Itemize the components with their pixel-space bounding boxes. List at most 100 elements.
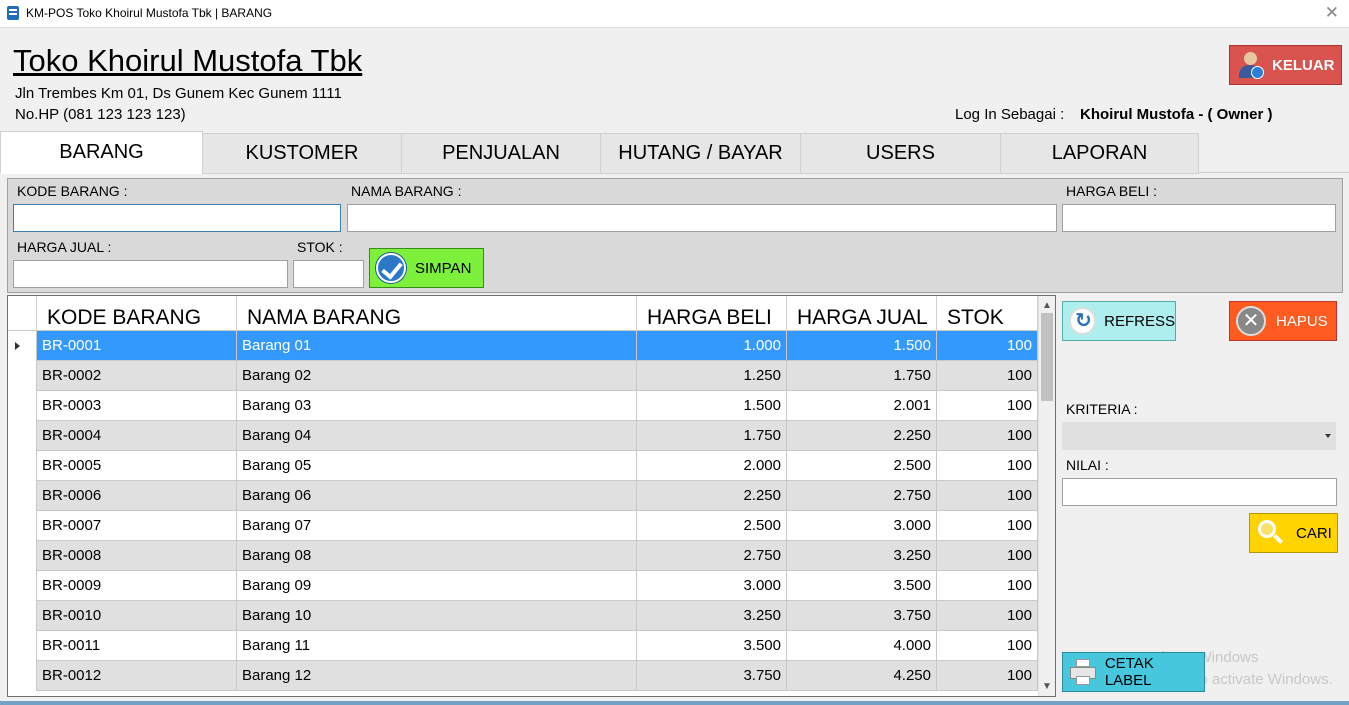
cell-kode[interactable]: BR-0004 — [37, 421, 237, 451]
cell-kode[interactable]: BR-0006 — [37, 481, 237, 511]
harga-beli-input[interactable] — [1062, 204, 1336, 232]
row-header[interactable] — [8, 481, 37, 511]
kriteria-select[interactable] — [1062, 422, 1336, 450]
cell-harga-beli[interactable]: 3.500 — [637, 631, 787, 661]
delete-button[interactable]: ✕ HAPUS — [1229, 301, 1337, 341]
column-stok[interactable]: STOK — [937, 296, 1038, 331]
harga-jual-input[interactable] — [13, 260, 288, 288]
cell-stok[interactable]: 100 — [937, 391, 1038, 421]
table-row[interactable]: BR-0011 Barang 11 3.500 4.000 100 — [8, 631, 1038, 661]
nama-barang-input[interactable] — [347, 204, 1057, 232]
kode-barang-input[interactable] — [13, 204, 341, 232]
cell-kode[interactable]: BR-0009 — [37, 571, 237, 601]
cell-harga-jual[interactable]: 1.500 — [787, 331, 937, 361]
cell-stok[interactable]: 100 — [937, 451, 1038, 481]
cell-stok[interactable]: 100 — [937, 661, 1038, 691]
cell-harga-beli[interactable]: 2.500 — [637, 511, 787, 541]
cell-nama[interactable]: Barang 11 — [237, 631, 637, 661]
search-button[interactable]: CARI — [1249, 513, 1338, 553]
tab-users[interactable]: USERS — [800, 133, 1001, 174]
tab-laporan[interactable]: LAPORAN — [1000, 133, 1199, 174]
cell-kode[interactable]: BR-0012 — [37, 661, 237, 691]
cell-nama[interactable]: Barang 09 — [237, 571, 637, 601]
row-header[interactable] — [8, 631, 37, 661]
cell-stok[interactable]: 100 — [937, 361, 1038, 391]
table-row[interactable]: BR-0002 Barang 02 1.250 1.750 100 — [8, 361, 1038, 391]
cell-kode[interactable]: BR-0011 — [37, 631, 237, 661]
cell-stok[interactable]: 100 — [937, 631, 1038, 661]
row-header[interactable] — [8, 421, 37, 451]
column-kode-barang[interactable]: KODE BARANG — [37, 296, 237, 331]
cell-harga-beli[interactable]: 3.750 — [637, 661, 787, 691]
table-row[interactable]: BR-0005 Barang 05 2.000 2.500 100 — [8, 451, 1038, 481]
close-icon[interactable]: ✕ — [1325, 3, 1339, 23]
table-row[interactable]: BR-0010 Barang 10 3.250 3.750 100 — [8, 601, 1038, 631]
cell-harga-jual[interactable]: 3.750 — [787, 601, 937, 631]
cell-harga-beli[interactable]: 1.250 — [637, 361, 787, 391]
column-nama-barang[interactable]: NAMA BARANG — [237, 296, 637, 331]
row-header[interactable] — [8, 541, 37, 571]
cell-harga-beli[interactable]: 3.000 — [637, 571, 787, 601]
table-row[interactable]: BR-0006 Barang 06 2.250 2.750 100 — [8, 481, 1038, 511]
scroll-thumb[interactable] — [1041, 313, 1053, 401]
column-harga-jual[interactable]: HARGA JUAL — [787, 296, 937, 331]
table-row[interactable]: BR-0001 Barang 01 1.000 1.500 100 — [8, 331, 1038, 361]
cell-nama[interactable]: Barang 02 — [237, 361, 637, 391]
save-button[interactable]: SIMPAN — [369, 248, 484, 288]
cell-harga-beli[interactable]: 2.000 — [637, 451, 787, 481]
cell-harga-beli[interactable]: 3.250 — [637, 601, 787, 631]
table-row[interactable]: BR-0012 Barang 12 3.750 4.250 100 — [8, 661, 1038, 691]
cell-harga-jual[interactable]: 4.250 — [787, 661, 937, 691]
cell-harga-jual[interactable]: 4.000 — [787, 631, 937, 661]
row-header[interactable] — [8, 601, 37, 631]
tab-penjualan[interactable]: PENJUALAN — [401, 133, 601, 174]
row-header[interactable] — [8, 451, 37, 481]
cell-kode[interactable]: BR-0008 — [37, 541, 237, 571]
table-row[interactable]: BR-0003 Barang 03 1.500 2.001 100 — [8, 391, 1038, 421]
stok-input[interactable] — [293, 260, 364, 288]
table-row[interactable]: BR-0004 Barang 04 1.750 2.250 100 — [8, 421, 1038, 451]
cell-nama[interactable]: Barang 10 — [237, 601, 637, 631]
row-header[interactable] — [8, 511, 37, 541]
cell-nama[interactable]: Barang 04 — [237, 421, 637, 451]
cell-kode[interactable]: BR-0005 — [37, 451, 237, 481]
cell-harga-jual[interactable]: 3.500 — [787, 571, 937, 601]
scroll-up-icon[interactable]: ▲ — [1042, 300, 1052, 311]
tab-hutang-bayar[interactable]: HUTANG / BAYAR — [600, 133, 801, 174]
cell-kode[interactable]: BR-0003 — [37, 391, 237, 421]
cell-stok[interactable]: 100 — [937, 601, 1038, 631]
cell-stok[interactable]: 100 — [937, 511, 1038, 541]
scroll-down-icon[interactable]: ▼ — [1042, 681, 1052, 692]
refresh-button[interactable]: REFRESS — [1062, 301, 1176, 341]
cell-nama[interactable]: Barang 07 — [237, 511, 637, 541]
table-row[interactable]: BR-0008 Barang 08 2.750 3.250 100 — [8, 541, 1038, 571]
cell-stok[interactable]: 100 — [937, 421, 1038, 451]
cell-kode[interactable]: BR-0007 — [37, 511, 237, 541]
cell-harga-jual[interactable]: 2.001 — [787, 391, 937, 421]
cell-harga-beli[interactable]: 2.750 — [637, 541, 787, 571]
column-harga-beli[interactable]: HARGA BELI — [637, 296, 787, 331]
cell-harga-jual[interactable]: 1.750 — [787, 361, 937, 391]
cell-harga-jual[interactable]: 3.000 — [787, 511, 937, 541]
cell-kode[interactable]: BR-0010 — [37, 601, 237, 631]
table-row[interactable]: BR-0009 Barang 09 3.000 3.500 100 — [8, 571, 1038, 601]
cell-nama[interactable]: Barang 01 — [237, 331, 637, 361]
current-row-arrow-icon[interactable] — [8, 331, 37, 361]
tab-kustomer[interactable]: KUSTOMER — [202, 133, 402, 174]
cell-nama[interactable]: Barang 05 — [237, 451, 637, 481]
cell-nama[interactable]: Barang 12 — [237, 661, 637, 691]
logout-button[interactable]: KELUAR — [1229, 45, 1342, 85]
cell-harga-jual[interactable]: 2.750 — [787, 481, 937, 511]
cell-harga-jual[interactable]: 2.250 — [787, 421, 937, 451]
cell-nama[interactable]: Barang 03 — [237, 391, 637, 421]
row-header[interactable] — [8, 361, 37, 391]
row-header[interactable] — [8, 661, 37, 691]
table-scrollbar[interactable]: ▲ ▼ — [1038, 296, 1055, 696]
cell-harga-jual[interactable]: 3.250 — [787, 541, 937, 571]
cell-harga-beli[interactable]: 2.250 — [637, 481, 787, 511]
row-header[interactable] — [8, 391, 37, 421]
cell-harga-beli[interactable]: 1.000 — [637, 331, 787, 361]
cell-stok[interactable]: 100 — [937, 331, 1038, 361]
nilai-input[interactable] — [1062, 478, 1337, 506]
cell-stok[interactable]: 100 — [937, 571, 1038, 601]
